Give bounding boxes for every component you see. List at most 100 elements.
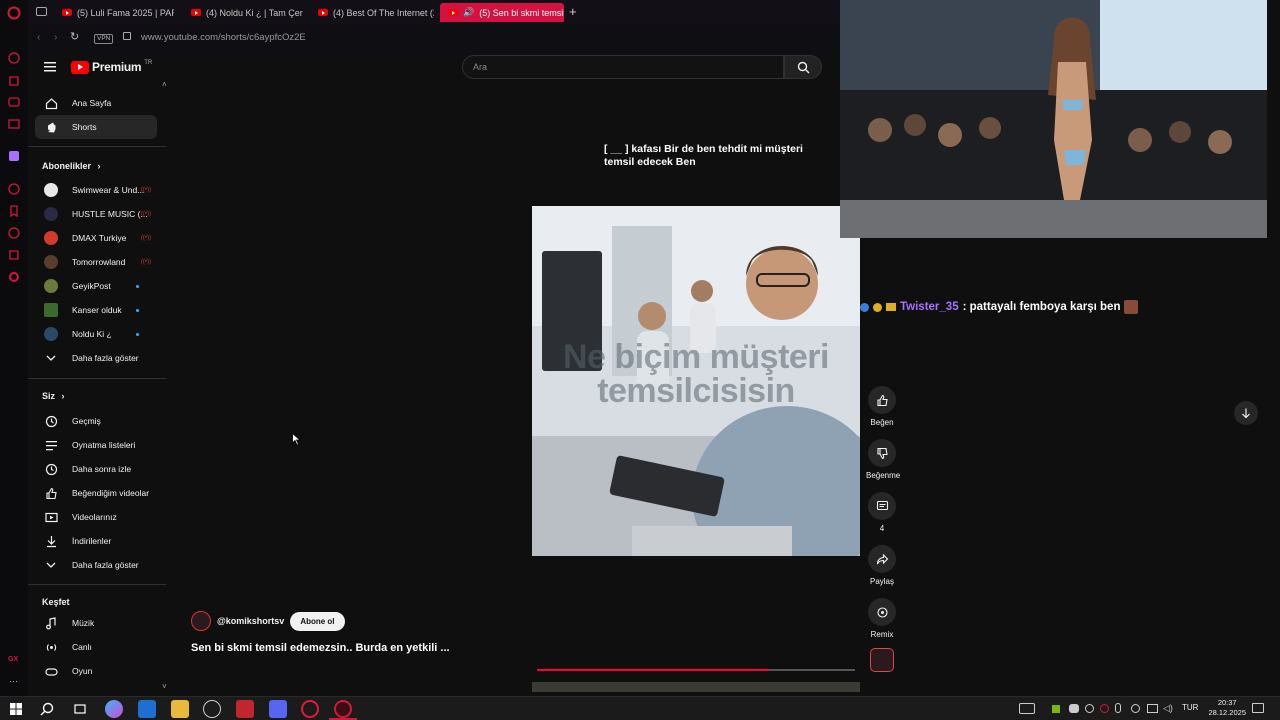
volume-icon[interactable]: ◁) — [1163, 703, 1173, 714]
extensions-icon[interactable] — [7, 248, 21, 262]
discord-tray-icon[interactable] — [1069, 704, 1079, 713]
chat-username[interactable]: Twister_35 — [900, 301, 959, 313]
channel-name[interactable]: @komikshortsv — [217, 616, 284, 626]
sidebar-item-sub[interactable]: GeyikPost — [35, 274, 157, 298]
notification-icon[interactable] — [1252, 703, 1264, 713]
you-heading[interactable]: Siz › — [42, 391, 65, 401]
clock-time: 20:37 — [1217, 698, 1237, 707]
sidebar-item-history[interactable]: Geçmiş — [35, 409, 157, 433]
video-icon — [44, 510, 58, 524]
avatar — [44, 279, 58, 293]
twitch-icon[interactable] — [7, 149, 21, 163]
messenger-icon[interactable] — [7, 95, 21, 109]
mail-app-icon[interactable] — [138, 700, 156, 718]
gx-icon[interactable]: GX — [8, 656, 18, 663]
like-button[interactable]: Beğen — [866, 386, 898, 427]
search-taskbar-icon[interactable] — [38, 700, 56, 718]
sidebar-item-your-videos[interactable]: Videolarınız — [35, 505, 157, 529]
opera-tray-icon[interactable] — [1100, 704, 1109, 713]
sidebar-item-downloads[interactable]: İndirilenler — [35, 529, 157, 553]
comments-button[interactable]: 4 — [866, 492, 898, 533]
share-button[interactable]: Paylaş — [866, 545, 898, 586]
sidebar-show-more-subs[interactable]: Daha fazla göster — [35, 346, 157, 370]
youtube-icon — [191, 9, 201, 16]
speed-icon[interactable] — [7, 51, 21, 65]
search-button[interactable] — [784, 55, 822, 79]
sidebar-item-sub[interactable]: Noldu Ki ¿ — [35, 322, 157, 346]
sidebar-item-home[interactable]: Ana Sayfa — [35, 91, 157, 115]
tab-switcher-icon[interactable] — [36, 7, 47, 16]
next-short-preview[interactable] — [532, 682, 860, 692]
start-icon[interactable] — [7, 700, 25, 718]
new-tab-icon[interactable]: + — [569, 4, 577, 19]
tab-1[interactable]: (5) Luli Fama 2025 | PARA — [54, 3, 174, 22]
player-icon[interactable] — [7, 182, 21, 196]
vpn-badge[interactable]: VPN — [94, 34, 114, 44]
file-explorer-icon[interactable] — [171, 700, 189, 718]
more-icon[interactable]: ··· — [9, 676, 18, 686]
short-title[interactable]: Sen bi skmi temsil edemezsin.. Burda en … — [191, 642, 450, 654]
clock[interactable]: 20:37 28.12.2025 — [1208, 698, 1246, 718]
youtube-icon — [62, 9, 72, 16]
settings-icon[interactable] — [7, 270, 21, 284]
sidebar-show-more-you[interactable]: Daha fazla göster — [35, 553, 157, 577]
network-icon[interactable] — [1147, 704, 1158, 713]
sidebar-item-watch-later[interactable]: Daha sonra izle — [35, 457, 157, 481]
dislike-button[interactable]: Beğenme — [866, 439, 900, 480]
back-icon[interactable]: ‹ — [37, 32, 40, 43]
scroll-down-icon[interactable]: ˅ — [162, 682, 167, 691]
opera-gx-icon[interactable] — [334, 700, 352, 718]
subscribe-button[interactable]: Abone ol — [290, 611, 345, 631]
task-view-icon[interactable] — [71, 700, 89, 718]
sidebar-item-sub[interactable]: Swimwear & Und... ((•)) — [35, 178, 157, 202]
sidebar-item-shorts[interactable]: Shorts — [35, 115, 157, 139]
history-rail-icon[interactable] — [7, 226, 21, 240]
next-short-button[interactable] — [1234, 401, 1258, 425]
sidebar-item-sub[interactable]: Tomorrowland ((•)) — [35, 250, 157, 274]
mail-icon[interactable] — [7, 117, 21, 131]
tray-icon[interactable] — [1085, 704, 1094, 713]
nvidia-icon[interactable] — [1052, 705, 1060, 713]
subscriptions-heading[interactable]: Abonelikler › — [42, 161, 101, 171]
forward-icon[interactable]: › — [54, 32, 57, 43]
live-icon: ((•)) — [140, 187, 151, 193]
channel-row: @komikshortsv Abone ol — [191, 610, 345, 632]
sidebar-item-sub[interactable]: Kanser olduk — [35, 298, 157, 322]
sidebar-item-label: Oyun — [72, 666, 93, 676]
app-icon[interactable] — [203, 700, 221, 718]
tab-2[interactable]: (4) Noldu Ki ¿ | Tam Çere: — [183, 3, 303, 22]
channel-avatar[interactable] — [191, 611, 211, 631]
url-text[interactable]: www.youtube.com/shorts/c6aypfcOz2E — [141, 32, 306, 43]
microphone-icon[interactable] — [1115, 703, 1121, 713]
copilot-icon[interactable] — [105, 700, 123, 718]
sidebar-item-sub[interactable]: DMAX Turkiye ((•)) — [35, 226, 157, 250]
tab-3[interactable]: (4) Best Of The Internet (2 — [310, 3, 434, 22]
sidebar-item-label: Canlı — [72, 642, 92, 652]
sound-thumbnail[interactable] — [870, 648, 894, 672]
keyboard-icon[interactable] — [1019, 703, 1035, 714]
sidebar-item-live[interactable]: Canlı — [35, 635, 157, 659]
discord-icon[interactable] — [269, 700, 287, 718]
search-input[interactable]: Ara — [462, 55, 784, 79]
remix-button[interactable]: Remix — [866, 598, 898, 639]
comment-icon — [868, 492, 896, 520]
language-indicator[interactable]: TUR — [1182, 703, 1198, 712]
reload-icon[interactable]: ↻ — [70, 30, 79, 43]
mouse-cursor-icon — [292, 433, 301, 446]
tray-icon[interactable] — [1131, 704, 1140, 713]
opera-logo-icon[interactable] — [7, 6, 21, 20]
sidebar-item-gaming[interactable]: Oyun — [35, 659, 157, 683]
sidebar-item-playlists[interactable]: Oynatma listeleri — [35, 433, 157, 457]
opera-icon[interactable] — [301, 700, 319, 718]
sidebar-item-music[interactable]: Müzik — [35, 611, 157, 635]
shorts-icon — [44, 120, 58, 134]
bookmark-icon[interactable] — [7, 204, 21, 218]
voicemod-icon[interactable] — [236, 700, 254, 718]
section-title: Keşfet — [42, 597, 70, 607]
bag-icon[interactable] — [7, 73, 21, 87]
sidebar-item-liked[interactable]: Beğendiğim videolar — [35, 481, 157, 505]
tab-4-active[interactable]: 🔊 (5) Sen bi skmi temsil — [440, 3, 564, 22]
sidebar-item-sub[interactable]: HUSTLE MUSIC (... ((•)) — [35, 202, 157, 226]
avatar — [44, 207, 58, 221]
scroll-up-icon[interactable]: ˄ — [162, 80, 167, 89]
